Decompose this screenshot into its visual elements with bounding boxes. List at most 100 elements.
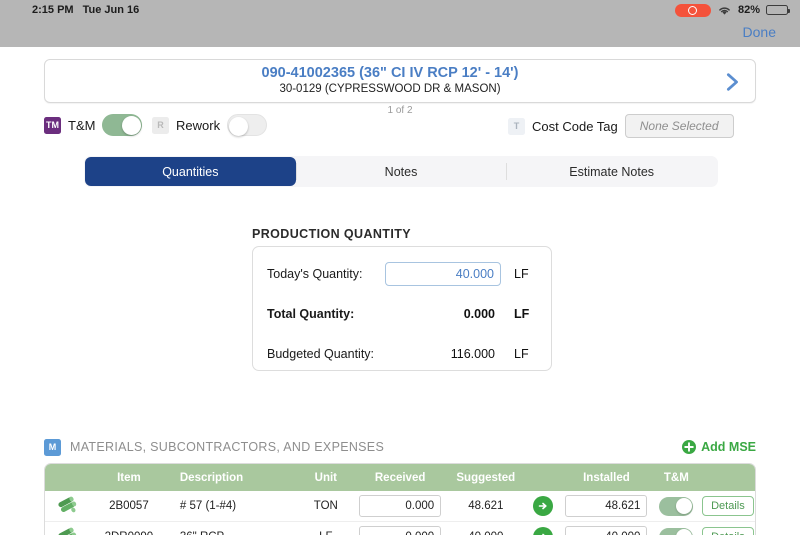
todays-quantity-label: Today's Quantity: [267, 267, 363, 281]
tab-notes[interactable]: Notes [295, 157, 507, 186]
tm-label: T&M [68, 117, 96, 133]
mse-table: Item Description Unit Received Suggested… [44, 463, 756, 535]
mse-table-header-row: Item Description Unit Received Suggested… [45, 464, 755, 491]
row-icon-cell [45, 496, 94, 516]
battery-cap [788, 9, 790, 13]
cost-code-badge-icon: T [508, 117, 525, 135]
row-tm-cell [652, 496, 701, 516]
row-description: # 57 (1-#4) [179, 500, 237, 512]
production-quantity-card: Today's Quantity: LF Total Quantity: 0.0… [252, 246, 552, 371]
mse-section-title: MATERIALS, SUBCONTRACTORS, AND EXPENSES [70, 440, 385, 454]
production-quantity-heading: PRODUCTION QUANTITY [252, 227, 411, 241]
row-received-input[interactable] [359, 526, 442, 535]
pipes-icon [58, 496, 77, 513]
options-row: TM T&M R Rework T Cost Code Tag None Sel… [0, 109, 800, 141]
status-bar-right: 82% [674, 3, 790, 17]
rework-toggle-knob [229, 116, 249, 136]
row-installed-input[interactable] [565, 526, 648, 535]
row-tm-toggle[interactable] [659, 527, 694, 535]
header-received: Received [374, 471, 426, 484]
arrow-right-glyph [542, 533, 546, 535]
battery-icon [766, 5, 790, 15]
header-unit: Unit [314, 471, 338, 484]
row-icon-cell [45, 527, 94, 535]
row-installed-input[interactable] [565, 495, 648, 517]
tm-toggle-knob [121, 115, 141, 135]
done-button[interactable]: Done [743, 24, 776, 40]
row-unit: TON [313, 500, 338, 512]
table-row: 2DR0090 36" RCP LF 40.000 [45, 522, 755, 535]
row-details-cell: Details [701, 527, 755, 535]
row-item: 2B0057 [109, 500, 149, 512]
arrow-right-circle-icon[interactable] [533, 527, 554, 535]
row-suggested: 48.621 [468, 500, 504, 512]
wifi-icon [719, 6, 730, 15]
rework-toggle-group: R Rework [152, 114, 268, 136]
row-unit: LF [297, 531, 355, 535]
cost-code-group: T Cost Code Tag None Selected [508, 114, 734, 138]
rework-label: Rework [176, 117, 221, 133]
total-quantity-unit: LF [514, 307, 530, 321]
header-item: Item [117, 471, 141, 484]
tab-bar: Quantities Notes Estimate Notes [84, 156, 718, 187]
content-sheet: 090-41002365 (36" CI IV RCP 12' - 14') 3… [0, 47, 800, 535]
add-mse-button[interactable]: Add MSE [682, 440, 756, 454]
status-time: 2:15 PM [32, 4, 74, 16]
row-tm-toggle-knob [675, 529, 692, 535]
row-tm-cell [652, 527, 701, 535]
header-installed: Installed [583, 471, 630, 484]
header-suggested: Suggested [456, 471, 516, 484]
chevron-right-icon[interactable] [721, 71, 743, 93]
status-bar: 2:15 PM Tue Jun 16 82% [0, 0, 800, 20]
row-description: 36" RCP [164, 531, 297, 535]
cost-code-label: Cost Code Tag [532, 118, 618, 134]
tab-estimate-notes[interactable]: Estimate Notes [506, 157, 717, 186]
row-installed-cell [561, 526, 652, 535]
row-received-cell [355, 526, 446, 535]
row-arrow-cell [526, 527, 561, 535]
pipes-icon [58, 527, 77, 535]
budgeted-quantity-label: Budgeted Quantity: [267, 347, 375, 361]
todays-quantity-row: Today's Quantity: LF [267, 261, 539, 287]
arrow-right-circle-icon[interactable] [533, 496, 554, 516]
tm-toggle[interactable] [102, 114, 143, 136]
tm-badge-icon: TM [44, 116, 61, 134]
total-quantity-label: Total Quantity: [267, 307, 355, 321]
row-received-input[interactable] [359, 495, 442, 517]
budgeted-quantity-row: Budgeted Quantity: 116.000 LF [267, 341, 539, 367]
row-tm-toggle[interactable] [659, 496, 694, 516]
todays-quantity-unit: LF [514, 267, 529, 281]
budgeted-quantity-value: 116.000 [450, 347, 495, 361]
battery-percent: 82% [737, 4, 760, 16]
arrow-right-glyph [539, 502, 548, 510]
row-installed-cell [561, 495, 652, 517]
mse-badge-icon: M [44, 438, 61, 456]
mse-section-header: M MATERIALS, SUBCONTRACTORS, AND EXPENSE… [44, 437, 756, 457]
row-item: 2DR0090 [94, 531, 164, 535]
status-bar-left: 2:15 PM Tue Jun 16 [32, 4, 139, 16]
rework-badge-icon: R [152, 116, 169, 134]
todays-quantity-input[interactable] [385, 262, 501, 286]
job-title-text: 090-41002365 (36" CI IV RCP 12' - 14') 3… [45, 65, 755, 97]
total-quantity-row: Total Quantity: 0.000 LF [267, 301, 539, 327]
table-row: 2B0057 # 57 (1-#4) TON 48.621 [45, 491, 755, 522]
row-tm-toggle-knob [675, 498, 692, 514]
header-description: Description [179, 471, 244, 484]
total-quantity-value: 0.000 [463, 307, 495, 321]
record-icon [674, 3, 711, 17]
row-details-button[interactable]: Details [702, 527, 754, 535]
rework-toggle[interactable] [227, 114, 268, 136]
add-mse-label: Add MSE [701, 440, 756, 454]
tab-quantities[interactable]: Quantities [85, 157, 296, 186]
record-dot [688, 5, 698, 15]
row-suggested: 40.000 [446, 531, 526, 535]
job-title-card[interactable]: 090-41002365 (36" CI IV RCP 12' - 14') 3… [44, 59, 756, 103]
app-root: 2:15 PM Tue Jun 16 82% Done 090-41002365… [0, 0, 800, 535]
status-date: Tue Jun 16 [82, 4, 140, 16]
nav-bar: Done [0, 20, 800, 47]
row-details-button[interactable]: Details [702, 496, 754, 516]
row-received-cell [355, 495, 446, 517]
cost-code-select-button[interactable]: None Selected [624, 114, 734, 138]
budgeted-quantity-unit: LF [514, 347, 529, 361]
tm-toggle-group: TM T&M [44, 114, 143, 136]
